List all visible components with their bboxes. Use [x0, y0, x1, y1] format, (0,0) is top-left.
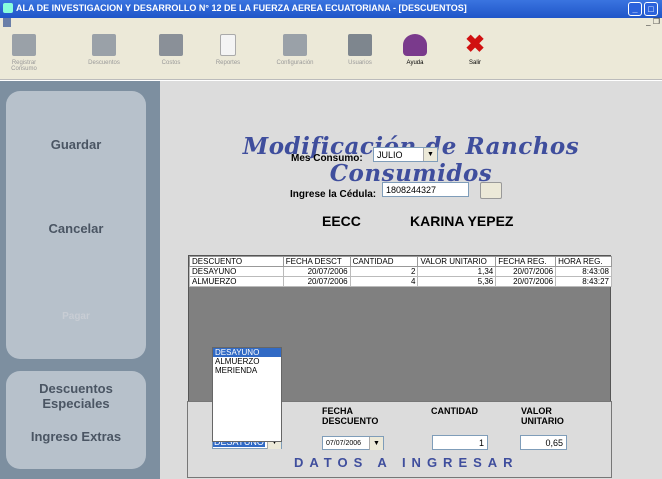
toolbar-costos[interactable]: Costos [156, 30, 186, 66]
unit-label: EECC [322, 213, 361, 229]
window-title: ALA DE INVESTIGACION Y DESARROLLO N° 12 … [16, 3, 467, 13]
register-consumption-icon [12, 34, 36, 56]
column-header[interactable]: DESCUENTO [189, 256, 284, 267]
section-footer: DATOS A INGRESAR [294, 455, 519, 470]
table-cell: 5,36 [417, 276, 497, 287]
table-cell: ALMUERZO [189, 276, 284, 287]
toolbar: Registrar Consumo Descuentos Costos Repo… [0, 28, 662, 80]
minimize-button[interactable]: _ [628, 2, 642, 16]
table-row[interactable]: ALMUERZO 20/07/2006 4 5,36 20/07/2006 8:… [189, 276, 612, 287]
toolbar-configuracion[interactable]: Configuración [270, 30, 320, 66]
settings-icon [283, 34, 307, 56]
toolbar-reportes[interactable]: Reportes [208, 30, 248, 66]
toolbar-ayuda[interactable]: Ayuda [398, 30, 432, 66]
chevron-down-icon[interactable]: ▼ [369, 437, 383, 450]
search-cedula-button[interactable] [480, 182, 502, 199]
cantidad-input[interactable]: 1 [432, 435, 488, 450]
list-item[interactable]: ALMUERZO [213, 357, 281, 366]
child-window-icon[interactable] [3, 18, 11, 27]
guardar-button[interactable]: Guardar [6, 137, 146, 152]
toolbar-descuentos[interactable]: Descuentos [82, 30, 126, 66]
reports-icon [220, 34, 236, 56]
column-header[interactable]: FECHA DESCT [282, 256, 351, 267]
sidebar: Guardar Cancelar Pagar Descuentos Especi… [0, 81, 160, 479]
grid-header: DESCUENTO FECHA DESCT CANTIDAD VALOR UNI… [189, 256, 612, 267]
chevron-down-icon[interactable]: ▼ [423, 148, 437, 161]
table-cell: 8:43:27 [555, 276, 612, 287]
sidebar-extras-panel: Descuentos Especiales Ingreso Extras [6, 371, 146, 469]
table-cell: 20/07/2006 [495, 266, 557, 277]
child-window-controls[interactable]: _ ❐ [646, 17, 660, 26]
table-cell: 4 [349, 276, 419, 287]
table-cell: DESAYUNO [189, 266, 284, 277]
table-cell: 20/07/2006 [282, 276, 351, 287]
table-row[interactable]: DESAYUNO 20/07/2006 2 1,34 20/07/2006 8:… [189, 266, 612, 277]
table-cell: 20/07/2006 [282, 266, 351, 277]
exit-x-icon: ✖ [464, 31, 486, 58]
title-bar: ALA DE INVESTIGACION Y DESARROLLO N° 12 … [0, 0, 662, 18]
disabled-button: Pagar [62, 311, 90, 322]
descuentos-especiales-button[interactable]: Descuentos Especiales [6, 381, 146, 411]
descuento-dropdown-list[interactable]: DESAYUNO ALMUERZO MERIENDA [212, 347, 282, 442]
table-cell: 2 [349, 266, 419, 277]
cantidad-label: CANTIDAD [431, 406, 478, 416]
column-header[interactable]: VALOR UNITARIO [417, 256, 497, 267]
valor-unitario-input[interactable]: 0,65 [520, 435, 567, 450]
column-header[interactable]: CANTIDAD [349, 256, 419, 267]
cancelar-button[interactable]: Cancelar [6, 221, 146, 236]
help-book-icon [403, 34, 427, 56]
list-item[interactable]: DESAYUNO [213, 348, 281, 357]
toolbar-salir[interactable]: ✖ Salir [460, 30, 490, 67]
column-header[interactable]: FECHA REG. [495, 256, 557, 267]
mes-consumo-select[interactable]: JULIO ▼ [373, 147, 438, 162]
toolbar-registrar-consumo[interactable]: Registrar Consumo [0, 30, 48, 72]
ingreso-extras-button[interactable]: Ingreso Extras [6, 429, 146, 444]
fecha-descuento-label: FECHA DESCUENTO [322, 406, 379, 426]
toolbar-usuarios[interactable]: Usuarios [340, 30, 380, 66]
cedula-label: Ingrese la Cédula: [290, 189, 377, 200]
valor-unitario-label: VALOR UNITARIO [521, 406, 564, 426]
fecha-descuento-picker[interactable]: 07/07/2006 ▼ [322, 436, 384, 450]
table-cell: 8:43:08 [555, 266, 612, 277]
table-cell: 20/07/2006 [495, 276, 557, 287]
maximize-button[interactable]: □ [644, 2, 658, 16]
list-item[interactable]: MERIENDA [213, 366, 281, 375]
cedula-input[interactable]: 1808244327 [382, 182, 469, 197]
sidebar-actions-panel: Guardar Cancelar Pagar [6, 91, 146, 359]
table-cell: 1,34 [417, 266, 497, 277]
person-name: KARINA YEPEZ [410, 213, 514, 229]
users-icon [348, 34, 372, 56]
mes-consumo-label: Mes Consumo: [291, 153, 363, 164]
column-header[interactable]: HORA REG. [555, 256, 612, 267]
menu-bar: _ ❐ [0, 17, 662, 28]
discounts-icon [92, 34, 116, 56]
costs-icon [159, 34, 183, 56]
main-panel: Modificación de Ranchos Consumidos Mes C… [160, 81, 662, 479]
app-icon [3, 3, 13, 13]
